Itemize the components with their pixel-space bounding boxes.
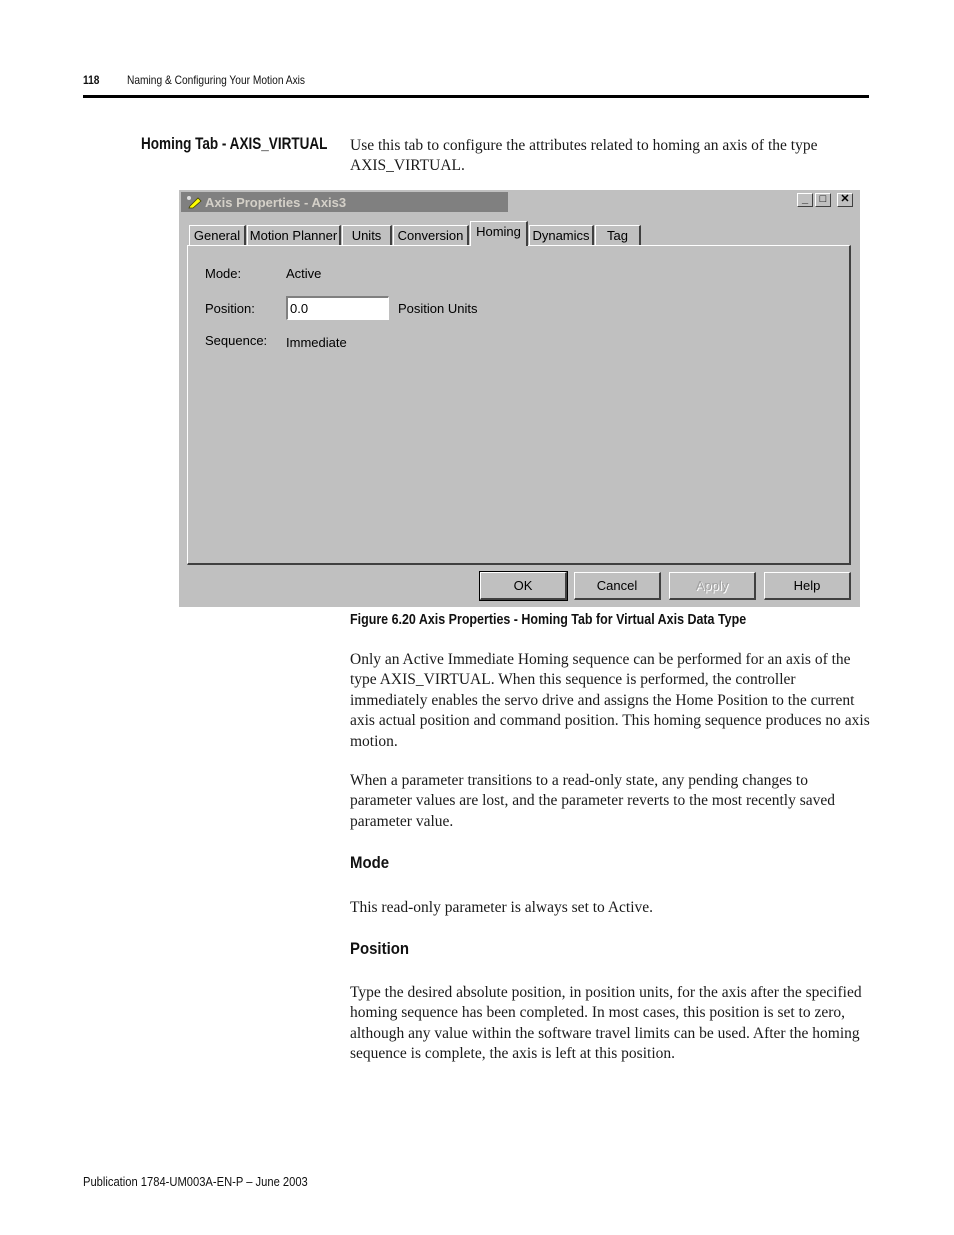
dialog-title: Axis Properties - Axis3	[205, 195, 347, 210]
section-side-heading: Homing Tab - AXIS_VIRTUAL	[141, 135, 328, 153]
dialog-title-bar[interactable]: Axis Properties - Axis3	[181, 192, 508, 212]
section-intro: Use this tab to configure the attributes…	[350, 137, 818, 175]
close-button[interactable]: ✕	[837, 193, 853, 207]
mode-heading: Mode	[350, 853, 390, 872]
homing-tab-panel	[187, 245, 851, 565]
tab-homing[interactable]: Homing	[470, 221, 528, 246]
minimize-icon: _	[801, 193, 809, 205]
paragraph-read-only: When a parameter transitions to a read-o…	[350, 772, 836, 830]
paragraph-homing-sequence: Only an Active Immediate Homing sequence…	[350, 651, 870, 750]
tab-conversion[interactable]: Conversion	[393, 225, 469, 245]
pencil-axis-icon	[187, 196, 202, 209]
chapter-title: Naming & Configuring Your Motion Axis	[127, 73, 306, 87]
sequence-label: Sequence:	[205, 333, 268, 348]
tab-general[interactable]: General	[189, 225, 246, 245]
tab-tag[interactable]: Tag	[595, 225, 641, 245]
sequence-value: Immediate	[286, 335, 347, 350]
header-rule	[83, 95, 869, 98]
figure-caption: Figure 6.20 Axis Properties - Homing Tab…	[350, 612, 747, 628]
position-label: Position:	[205, 301, 255, 316]
minimize-button[interactable]: _	[797, 193, 813, 207]
apply-button[interactable]: Apply	[669, 572, 756, 600]
position-description: Type the desired absolute position, in p…	[350, 984, 862, 1063]
position-units-label: Position Units	[398, 301, 478, 316]
axis-properties-dialog: Axis Properties - Axis3 _ □ ✕ General Mo…	[179, 190, 860, 607]
mode-label: Mode:	[205, 266, 242, 281]
mode-value: Active	[286, 266, 322, 281]
help-button[interactable]: Help	[764, 572, 851, 600]
position-heading: Position	[350, 939, 410, 958]
maximize-icon: □	[819, 193, 827, 205]
tab-motion-planner[interactable]: Motion Planner	[247, 225, 341, 245]
tab-dynamics[interactable]: Dynamics	[529, 225, 594, 245]
publication-footer: Publication 1784-UM003A-EN-P – June 2003	[83, 1174, 308, 1189]
page-number: 118	[83, 73, 100, 87]
mode-description: This read-only parameter is always set t…	[350, 899, 654, 916]
position-input[interactable]	[286, 296, 389, 320]
tab-units[interactable]: Units	[342, 225, 392, 245]
ok-button[interactable]: OK	[479, 571, 568, 601]
maximize-button[interactable]: □	[815, 193, 831, 207]
close-icon: ✕	[840, 193, 850, 205]
cancel-button[interactable]: Cancel	[574, 572, 661, 600]
